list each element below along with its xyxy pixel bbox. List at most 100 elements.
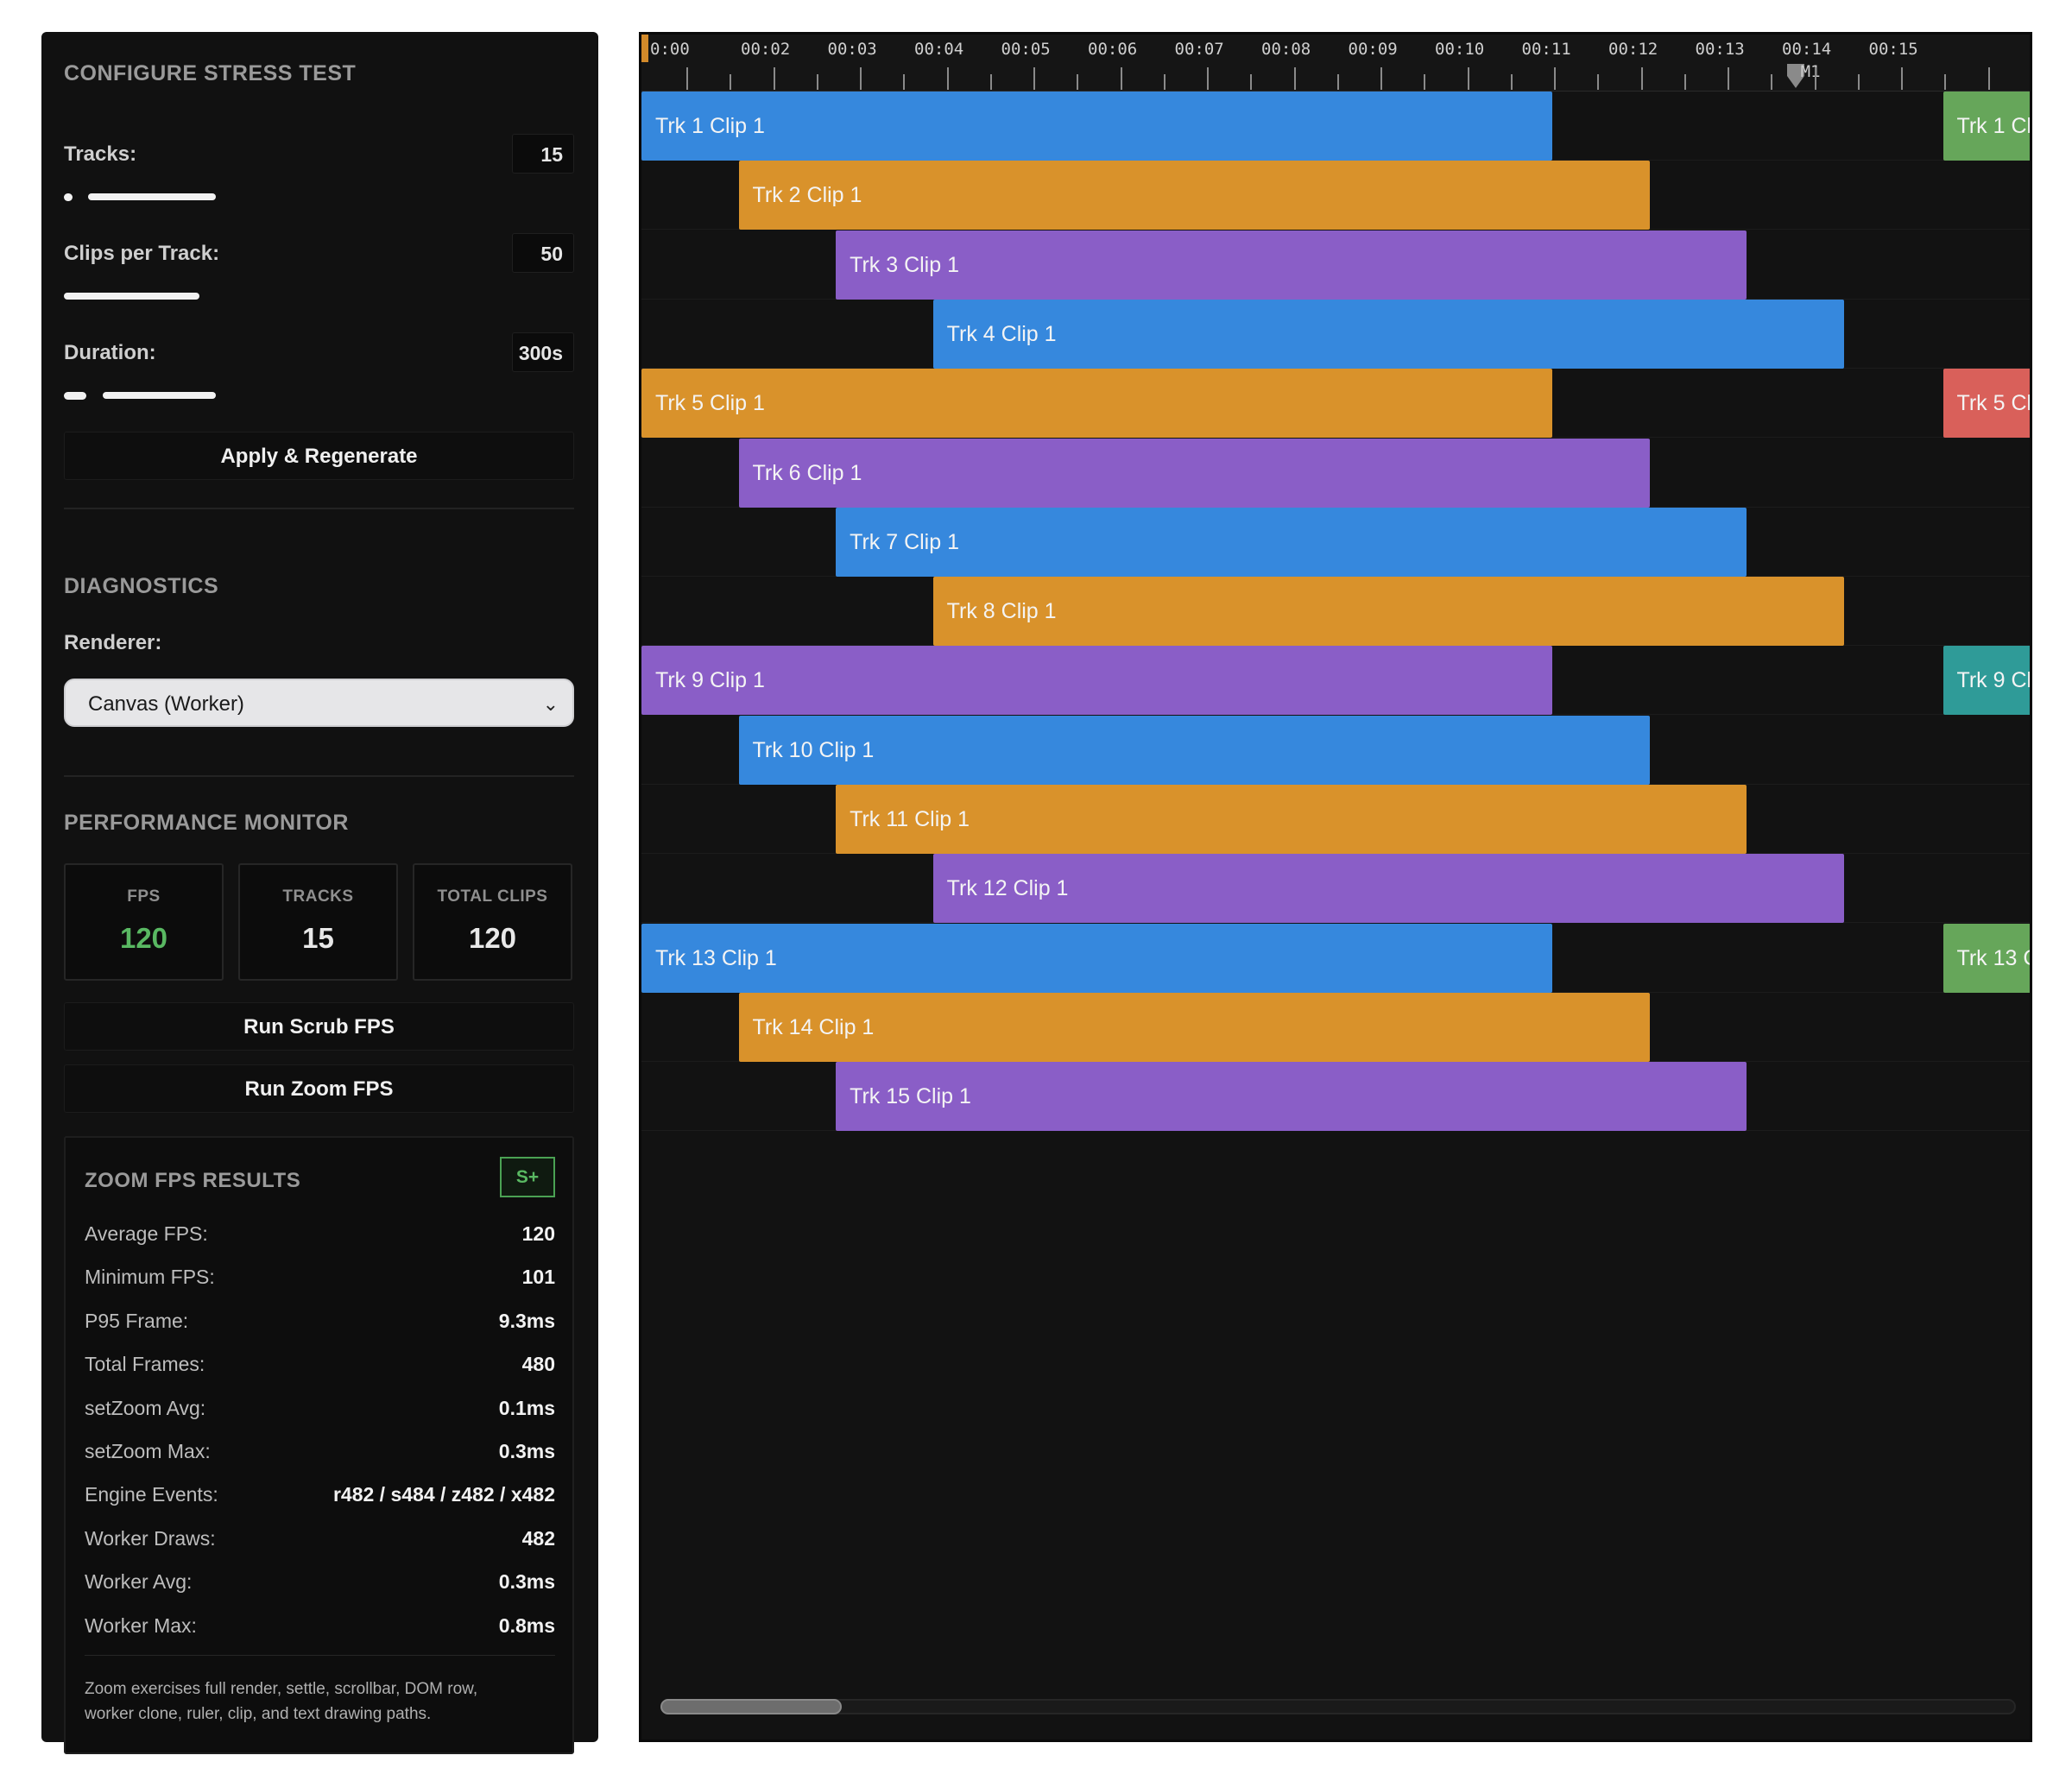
track-row[interactable]: Trk 1 Clip 1 Trk 1 Clip 2	[641, 92, 2030, 161]
result-value: 482	[521, 1526, 555, 1550]
clips-slider-track[interactable]	[64, 293, 199, 300]
ruler-major-tick	[1987, 67, 1990, 90]
ruler-minor-tick	[816, 74, 818, 90]
ruler-major-tick	[1033, 67, 1035, 90]
clips-per-track-slider[interactable]	[64, 287, 219, 306]
ruler-minor-tick	[730, 74, 732, 90]
timeline-clip[interactable]: Trk 1 Clip 1	[641, 92, 1553, 161]
total-clips-stat-label: TOTAL CLIPS	[437, 887, 548, 906]
ruler-tick-label: 00:11	[1521, 40, 1571, 59]
timeline-clip[interactable]: Trk 10 Clip 1	[738, 715, 1650, 785]
timeline-clip[interactable]: Trk 8 Clip 1	[932, 577, 1844, 647]
apply-regenerate-button[interactable]: Apply & Regenerate	[64, 432, 574, 480]
horizontal-scrollbar[interactable]	[660, 1699, 2016, 1714]
result-row: Worker Avg: 0.3ms	[85, 1570, 555, 1605]
timeline-clip[interactable]: Trk 5 Clip 2	[1942, 369, 2030, 439]
ruler-minor-tick	[903, 74, 906, 90]
ruler-major-tick	[1814, 67, 1816, 90]
timeline-clip[interactable]: Trk 3 Clip 1	[836, 230, 1747, 300]
ruler-tick-label: 00:06	[1088, 40, 1138, 59]
divider	[64, 508, 574, 509]
performance-section-title: PERFORMANCE MONITOR	[64, 811, 349, 835]
track-row[interactable]: Trk 7 Clip 1	[641, 507, 2030, 577]
track-row[interactable]: Trk 9 Clip 1 Trk 9 Clip 2	[641, 646, 2030, 716]
timeline-clip[interactable]: Trk 13 Clip 2	[1942, 923, 2030, 993]
track-row[interactable]: Trk 11 Clip 1	[641, 785, 2030, 854]
track-row[interactable]: Trk 3 Clip 1	[641, 230, 2030, 300]
track-row[interactable]: Trk 4 Clip 1	[641, 299, 2030, 369]
results-note-line-1: Zoom exercises full render, settle, scro…	[85, 1680, 478, 1698]
result-row: Total Frames: 480	[85, 1353, 555, 1387]
result-value: 101	[521, 1266, 555, 1289]
run-scrub-fps-button[interactable]: Run Scrub FPS	[64, 1002, 574, 1051]
timeline-clip[interactable]: Trk 9 Clip 1	[641, 646, 1553, 716]
timeline-view[interactable]: M1 0:00 00:02 00:03 00:04 00:05 00:06 00:07 00:…	[639, 32, 2032, 1742]
result-value: 0.3ms	[498, 1440, 555, 1462]
track-row[interactable]: Trk 2 Clip 1	[641, 161, 2030, 230]
ruler-tick-label: 00:04	[914, 40, 964, 59]
renderer-select[interactable]: Canvas (Worker) ⌄	[64, 679, 574, 727]
duration-slider[interactable]	[64, 387, 219, 406]
timeline-clip[interactable]: Trk 12 Clip 1	[932, 854, 1844, 924]
timeline-clip[interactable]: Trk 11 Clip 1	[836, 785, 1747, 854]
tracks-input[interactable]: 15	[512, 134, 574, 174]
duration-slider-thumb[interactable]	[64, 392, 86, 400]
result-label: Average FPS:	[85, 1222, 208, 1245]
result-label: setZoom Max:	[85, 1440, 211, 1462]
tracks-slider-thumb[interactable]	[64, 193, 73, 201]
renderer-label: Renderer:	[64, 631, 162, 654]
track-row[interactable]: Trk 15 Clip 1	[641, 1062, 2030, 1132]
timeline-clip[interactable]: Trk 5 Clip 1	[641, 369, 1553, 439]
track-row[interactable]: Trk 12 Clip 1	[641, 854, 2030, 924]
result-row: Engine Events: r482 / s484 / z482 / x482	[85, 1483, 555, 1518]
timeline-clip[interactable]: Trk 7 Clip 1	[836, 507, 1747, 577]
run-zoom-fps-button[interactable]: Run Zoom FPS	[64, 1064, 574, 1113]
ruler-major-tick	[1554, 67, 1556, 90]
timeline-clip[interactable]: Trk 2 Clip 1	[738, 161, 1650, 230]
tracks-label: Tracks:	[64, 142, 137, 166]
tracks-stat-card: TRACKS 15	[238, 863, 398, 981]
ruler-tick-label: 00:05	[1001, 40, 1051, 59]
divider	[85, 1655, 555, 1656]
timeline-clip[interactable]: Trk 14 Clip 1	[738, 992, 1650, 1062]
duration-input[interactable]: 300s	[512, 332, 574, 372]
duration-slider-track[interactable]	[103, 392, 216, 399]
ruler-tick-label: 0:00	[650, 40, 690, 59]
ruler-major-tick	[1207, 67, 1209, 90]
marker-label: M1	[1800, 62, 1821, 81]
ruler-tick-label: 00:14	[1782, 40, 1832, 59]
track-row[interactable]: Trk 13 Clip 1 Trk 13 Clip 2	[641, 923, 2030, 993]
duration-label: Duration:	[64, 341, 156, 364]
timeline-clip[interactable]: Trk 6 Clip 1	[738, 438, 1650, 508]
timeline-clip[interactable]: Trk 4 Clip 1	[932, 299, 1844, 369]
ruler-major-tick	[1467, 67, 1469, 90]
track-row[interactable]: Trk 10 Clip 1	[641, 715, 2030, 785]
ruler-major-tick	[1728, 67, 1729, 90]
ruler-tick-label: 00:15	[1868, 40, 1918, 59]
track-row[interactable]: Trk 6 Clip 1	[641, 438, 2030, 508]
ruler-minor-tick	[1336, 74, 1339, 90]
track-row[interactable]: Trk 5 Clip 1 Trk 5 Clip 2	[641, 369, 2030, 439]
ruler-minor-tick	[1250, 74, 1253, 90]
tracks-slider-track[interactable]	[88, 193, 216, 200]
clips-per-track-input[interactable]: 50	[512, 233, 574, 273]
playhead[interactable]	[641, 35, 648, 62]
clips-per-track-label: Clips per Track:	[64, 242, 220, 265]
track-row[interactable]: Trk 8 Clip 1	[641, 577, 2030, 647]
result-value: 0.1ms	[498, 1396, 555, 1419]
grade-badge: S+	[500, 1157, 555, 1197]
timeline-clip[interactable]: Trk 1 Clip 2	[1942, 92, 2030, 161]
time-ruler[interactable]: M1 0:00 00:02 00:03 00:04 00:05 00:06 00:07 00:…	[641, 35, 2030, 92]
ruler-major-tick	[1640, 67, 1643, 90]
timeline-clip[interactable]: Trk 9 Clip 2	[1942, 646, 2030, 716]
timeline-clip[interactable]: Trk 13 Clip 1	[641, 923, 1553, 993]
tracks-slider[interactable]	[64, 188, 219, 207]
divider	[64, 775, 574, 777]
ruler-major-tick	[1120, 67, 1122, 90]
timeline-clip[interactable]: Trk 15 Clip 1	[836, 1062, 1747, 1132]
result-value: 9.3ms	[498, 1309, 555, 1332]
zoom-fps-results-card: ZOOM FPS RESULTS S+ Average FPS: 120 Minim…	[64, 1136, 574, 1754]
track-row[interactable]: Trk 14 Clip 1	[641, 992, 2030, 1062]
result-row: setZoom Avg: 0.1ms	[85, 1397, 555, 1431]
scrollbar-thumb[interactable]	[660, 1699, 842, 1714]
